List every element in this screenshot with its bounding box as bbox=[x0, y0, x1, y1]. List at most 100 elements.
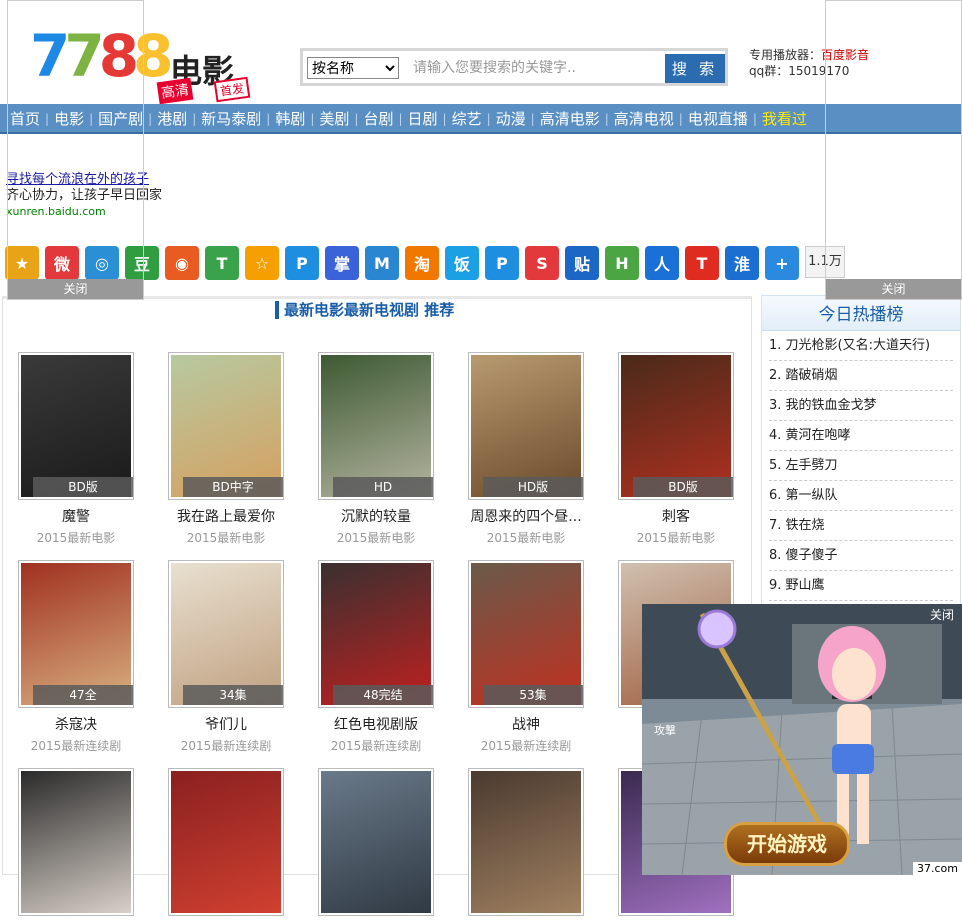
nav-separator: | bbox=[530, 112, 535, 126]
movie-category: 2015最新电影 bbox=[336, 531, 416, 545]
hot-list-item[interactable]: 5. 左手劈刀 bbox=[769, 451, 953, 481]
more-icon[interactable]: + bbox=[765, 246, 799, 280]
sohu-icon[interactable]: S bbox=[525, 246, 559, 280]
renren-icon[interactable]: 人 bbox=[645, 246, 679, 280]
movie-item[interactable]: BD中字我在路上最爱你 2015最新电影 bbox=[168, 352, 284, 546]
msn-icon[interactable]: M bbox=[365, 246, 399, 280]
quality-badge: HD版 bbox=[483, 477, 583, 497]
movie-poster[interactable] bbox=[168, 768, 284, 916]
quality-badge: BD中字 bbox=[183, 477, 283, 497]
baidu-hi-icon[interactable]: H bbox=[605, 246, 639, 280]
nav-separator: | bbox=[678, 112, 683, 126]
search-type-select[interactable]: 按名称 bbox=[307, 57, 399, 79]
quality-badge: 47全 bbox=[33, 685, 133, 705]
nav-item[interactable]: 我看过 bbox=[762, 104, 807, 134]
movie-poster[interactable]: 34集 bbox=[168, 560, 284, 708]
t-icon[interactable]: T bbox=[205, 246, 239, 280]
movie-title[interactable]: 红色电视剧版 bbox=[318, 714, 434, 734]
hot-list-item[interactable]: 8. 傻子傻子 bbox=[769, 541, 953, 571]
movie-category: 2015最新连续剧 bbox=[480, 739, 572, 753]
movie-item[interactable] bbox=[18, 768, 134, 922]
nav-separator: | bbox=[442, 112, 447, 126]
nav-item[interactable]: 日剧 bbox=[408, 104, 438, 134]
movie-item[interactable] bbox=[168, 768, 284, 922]
hot-list-item[interactable]: 4. 黄河在咆哮 bbox=[769, 421, 953, 451]
huaban-icon[interactable]: 淮 bbox=[725, 246, 759, 280]
qq-icon[interactable]: P bbox=[285, 246, 319, 280]
movie-poster[interactable]: 48完结 bbox=[318, 560, 434, 708]
nav-item[interactable]: 综艺 bbox=[452, 104, 482, 134]
game-ad[interactable]: 关闭 攻撃 开始游戏 37.com bbox=[642, 604, 962, 875]
nav-item[interactable]: 美剧 bbox=[319, 104, 349, 134]
movie-poster[interactable]: 53集 bbox=[468, 560, 584, 708]
movie-item[interactable]: 47全 杀寇决 2015最新连续剧 bbox=[18, 560, 134, 754]
taobao-icon[interactable]: 淘 bbox=[405, 246, 439, 280]
baidu-icon[interactable]: 掌 bbox=[325, 246, 359, 280]
qq-label: qq群： bbox=[749, 64, 789, 78]
nav-item[interactable]: 台剧 bbox=[363, 104, 393, 134]
hot-list-item[interactable]: 2. 踏破硝烟 bbox=[769, 361, 953, 391]
hot-list-item[interactable]: 7. 铁在烧 bbox=[769, 511, 953, 541]
movie-poster[interactable]: BD中字 bbox=[168, 352, 284, 500]
movie-category: 2015最新连续剧 bbox=[330, 739, 422, 753]
hot-list-item[interactable]: 9. 野山鹰 bbox=[769, 571, 953, 601]
logo-tag-hd: 高清 bbox=[156, 77, 194, 105]
movie-item[interactable]: 48完结红色电视剧版 2015最新连续剧 bbox=[318, 560, 434, 754]
movie-item[interactable] bbox=[318, 768, 434, 922]
nav-item[interactable]: 韩剧 bbox=[275, 104, 305, 134]
left-ad-close-button[interactable]: 关闭 bbox=[8, 279, 143, 299]
movie-category: 2015最新电影 bbox=[636, 531, 716, 545]
nav-separator: | bbox=[486, 112, 491, 126]
kaixin-icon[interactable]: ☆ bbox=[245, 246, 279, 280]
hot-list-item[interactable]: 1. 刀光枪影(又名:大道天行) bbox=[769, 331, 953, 361]
quality-badge: BD版 bbox=[33, 477, 133, 497]
movie-poster[interactable] bbox=[468, 768, 584, 916]
movie-poster[interactable]: 47全 bbox=[18, 560, 134, 708]
hot-list-item[interactable]: 3. 我的铁血金戈梦 bbox=[769, 391, 953, 421]
movie-title[interactable]: 沉默的较量 bbox=[318, 506, 434, 526]
nav-item[interactable]: 港剧 bbox=[157, 104, 187, 134]
movie-item[interactable]: HD版 周恩来的四个昼... 2015最新电影 bbox=[468, 352, 584, 546]
tianya-icon[interactable]: T bbox=[685, 246, 719, 280]
poster-image bbox=[321, 771, 431, 913]
movie-title[interactable]: 魔警 bbox=[18, 506, 134, 526]
nav-item[interactable]: 高清电影 bbox=[540, 104, 600, 134]
movie-poster[interactable]: BD版 bbox=[18, 352, 134, 500]
nav-separator: | bbox=[148, 112, 153, 126]
tieba-icon[interactable]: 贴 bbox=[565, 246, 599, 280]
pengyou-icon[interactable]: ◉ bbox=[165, 246, 199, 280]
movie-title[interactable]: 我在路上最爱你 bbox=[168, 506, 284, 526]
movie-poster[interactable] bbox=[18, 768, 134, 916]
movie-poster[interactable]: BD版 bbox=[618, 352, 734, 500]
poster-image bbox=[171, 771, 281, 913]
nav-item[interactable]: 高清电视 bbox=[614, 104, 674, 134]
poster-image bbox=[171, 355, 281, 497]
nav-item[interactable]: 电视直播 bbox=[688, 104, 748, 134]
movie-item[interactable]: HD 沉默的较量 2015最新电影 bbox=[318, 352, 434, 546]
movie-item[interactable]: BD版 魔警 2015最新电影 bbox=[18, 352, 134, 546]
game-attack-label: 攻撃 bbox=[654, 724, 676, 737]
search-input[interactable]: 请输入您要搜索的关键字.. bbox=[405, 54, 665, 82]
movie-title[interactable]: 爷们儿 bbox=[168, 714, 284, 734]
movie-title[interactable]: 战神 bbox=[468, 714, 584, 734]
movie-item[interactable]: 34集 爷们儿 2015最新连续剧 bbox=[168, 560, 284, 754]
movie-poster[interactable]: HD版 bbox=[468, 352, 584, 500]
movie-poster[interactable] bbox=[318, 768, 434, 916]
right-ad-close-button[interactable]: 关闭 bbox=[826, 279, 961, 299]
search-button[interactable]: 搜 索 bbox=[665, 54, 725, 83]
movie-item[interactable] bbox=[468, 768, 584, 922]
hot-list-item[interactable]: 6. 第一纵队 bbox=[769, 481, 953, 511]
nav-item[interactable]: 动漫 bbox=[496, 104, 526, 134]
movie-title[interactable]: 杀寇决 bbox=[18, 714, 134, 734]
movie-title[interactable]: 周恩来的四个昼... bbox=[468, 506, 584, 526]
fan-icon[interactable]: 饭 bbox=[445, 246, 479, 280]
movie-item[interactable]: 53集战神 2015最新连续剧 bbox=[468, 560, 584, 754]
movie-category: 2015最新电影 bbox=[186, 531, 266, 545]
qq2-icon[interactable]: P bbox=[485, 246, 519, 280]
game-ad-close-button[interactable]: 关闭 bbox=[930, 606, 954, 623]
start-game-button[interactable]: 开始游戏 bbox=[724, 822, 850, 866]
movie-title[interactable]: 刺客 bbox=[618, 506, 734, 526]
movie-item[interactable]: BD版刺客 2015最新电影 bbox=[618, 352, 734, 546]
nav-item[interactable]: 新马泰剧 bbox=[201, 104, 261, 134]
movie-poster[interactable]: HD bbox=[318, 352, 434, 500]
